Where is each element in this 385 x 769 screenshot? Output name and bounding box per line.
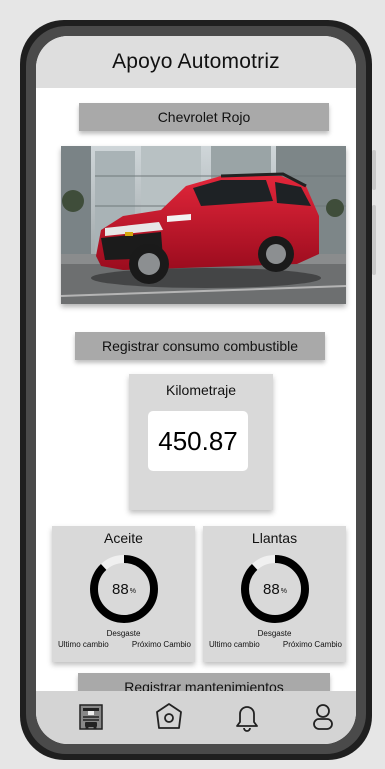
tires-card[interactable]: Llantas 88% Desgaste Ultimo cambio Próxi… [203,526,346,662]
tires-value: 88 [263,580,280,598]
power-button [372,205,376,275]
vehicle-name: Chevrolet Rojo [157,109,251,125]
oil-label: Aceite [104,530,143,546]
bottom-nav [36,691,356,744]
nav-home[interactable] [152,700,186,734]
volume-button [372,150,376,190]
nav-profile[interactable] [306,700,340,734]
app-screen: Apoyo Automotriz Chevrolet Rojo Registra… [36,36,356,744]
user-icon [313,704,333,730]
home-icon [156,703,182,729]
oil-percent: 88% [89,554,159,624]
oil-unit: % [129,587,136,595]
tires-wear-label: Desgaste [257,629,292,638]
tires-percent: 88% [240,554,310,624]
tires-next-change: Próximo Cambio [282,640,342,649]
mileage-label: Kilometraje [165,382,237,398]
tires-label: Llantas [251,530,298,546]
mileage-value: 450.87 [148,411,248,471]
oil-card[interactable]: Aceite 88% Desgaste Ultimo cambio Próxim… [52,526,195,662]
register-fuel-button[interactable]: Registrar consumo combustible [75,332,325,360]
oil-value: 88 [112,580,129,598]
phone-frame: Apoyo Automotriz Chevrolet Rojo Registra… [20,20,376,760]
phone-bezel: Apoyo Automotriz Chevrolet Rojo Registra… [26,26,366,754]
app-title: Apoyo Automotriz [112,50,280,73]
app-header: Apoyo Automotriz [36,36,356,88]
oil-wear-label: Desgaste [106,629,141,638]
tires-unit: % [280,587,287,595]
register-fuel-label: Registrar consumo combustible [101,338,299,354]
mileage-card: Kilometraje 450.87 [129,374,273,510]
bell-icon [236,706,258,732]
nav-notifications[interactable] [230,700,264,734]
oil-next-change: Próximo Cambio [131,640,191,649]
oil-last-change: Ultimo cambio [58,640,109,649]
nav-garage[interactable] [74,700,108,734]
tires-last-change: Ultimo cambio [209,640,260,649]
vehicle-name-banner[interactable]: Chevrolet Rojo [79,103,329,131]
vehicle-photo [61,146,346,304]
garage-icon [79,704,103,730]
